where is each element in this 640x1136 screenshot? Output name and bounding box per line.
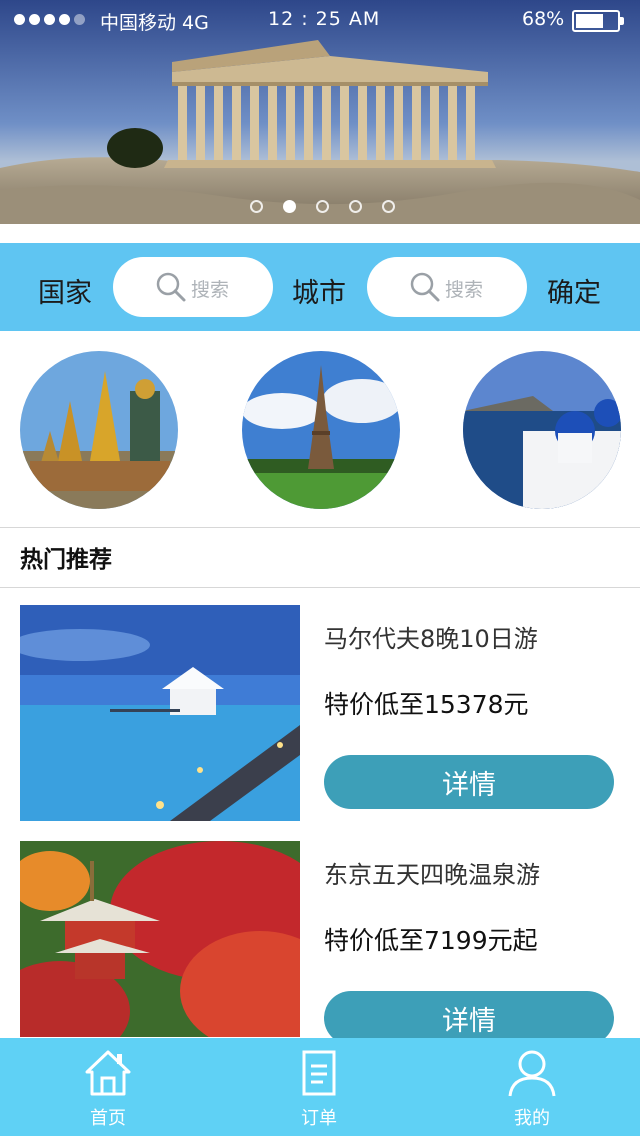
hero-banner[interactable]: 中国移动 4G 12 : 25 AM 68% [0, 0, 640, 224]
deal-price: 特价低至7199元起 [324, 926, 538, 955]
carousel-dot[interactable] [316, 200, 329, 213]
tab-label: 我的 [514, 1108, 550, 1129]
carousel-indicator[interactable] [250, 200, 395, 213]
city-search-placeholder: 搜索 [445, 279, 484, 301]
signal-strength-icon [14, 14, 85, 25]
santorini-image [463, 351, 621, 509]
carousel-dot[interactable] [283, 200, 296, 213]
eiffel-tower-image [242, 351, 400, 509]
carousel-dot[interactable] [349, 200, 362, 213]
carousel-dot[interactable] [382, 200, 395, 213]
tab-label: 首页 [90, 1108, 126, 1129]
deal-card[interactable]: 马尔代夫8晚10日游 特价低至15378元 详情 [0, 605, 640, 821]
country-label: 国家 [38, 278, 92, 308]
deal-title: 东京五天四晚温泉游 [324, 861, 540, 889]
search-icon [156, 272, 186, 302]
home-icon [85, 1050, 131, 1096]
tab-orders[interactable]: 订单 [249, 1038, 389, 1136]
city-label: 城市 [292, 278, 346, 308]
tab-home[interactable]: 首页 [38, 1038, 178, 1136]
destination-paris[interactable] [242, 351, 400, 509]
carousel-dot[interactable] [250, 200, 263, 213]
details-button[interactable]: 详情 [324, 991, 614, 1045]
country-search-placeholder: 搜索 [191, 279, 230, 301]
japan-pagoda-image [20, 841, 300, 1037]
tab-label: 订单 [301, 1108, 337, 1129]
tab-profile[interactable]: 我的 [462, 1038, 602, 1136]
deal-price: 特价低至15378元 [324, 690, 529, 719]
order-document-icon [302, 1050, 336, 1096]
carrier-name: 中国移动 4G [100, 12, 209, 34]
country-search-input[interactable]: 搜索 [113, 257, 273, 317]
battery-icon [572, 10, 624, 32]
deal-title: 马尔代夫8晚10日游 [324, 625, 538, 653]
thailand-temple-image [20, 351, 178, 509]
divider [0, 587, 640, 588]
status-time: 12 : 25 AM [268, 8, 381, 30]
search-icon [410, 272, 440, 302]
section-title: 热门推荐 [20, 547, 112, 573]
destination-thailand[interactable] [20, 351, 178, 509]
tab-bar: 首页 订单 我的 [0, 1038, 640, 1136]
city-search-input[interactable]: 搜索 [367, 257, 527, 317]
profile-icon [508, 1050, 556, 1097]
confirm-button[interactable]: 确定 [547, 271, 601, 310]
battery-percent: 68% [522, 8, 565, 30]
deal-card[interactable]: 东京五天四晚温泉游 特价低至7199元起 详情 [0, 841, 640, 1057]
search-bar: 国家 搜索 城市 搜索 确定 [0, 243, 640, 331]
destination-carousel [0, 331, 640, 527]
destination-santorini[interactable] [463, 351, 621, 509]
status-bar: 中国移动 4G 12 : 25 AM 68% [0, 0, 640, 40]
divider [0, 527, 640, 528]
maldives-pier-image [20, 605, 300, 821]
details-button[interactable]: 详情 [324, 755, 614, 809]
